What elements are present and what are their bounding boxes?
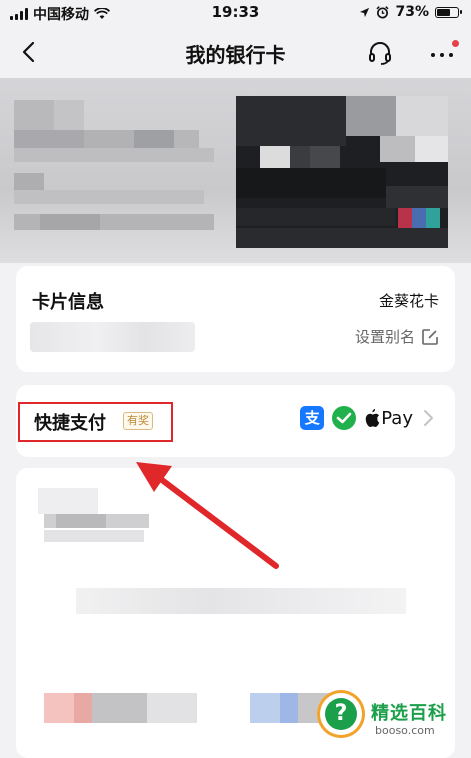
location-icon (360, 7, 370, 17)
customer-service-button[interactable] (367, 40, 393, 66)
more-options-button[interactable] (427, 40, 459, 66)
payment-methods: 支 Pay (300, 406, 435, 430)
reward-badge: 有奖 (123, 412, 153, 430)
nav-bar: 我的银行卡 (0, 26, 471, 78)
page-title: 我的银行卡 (185, 43, 286, 67)
bank-card-image[interactable] (0, 78, 471, 263)
alarm-icon (376, 5, 390, 18)
chevron-right-icon (424, 410, 433, 426)
blurred-card-number (30, 322, 195, 352)
quick-pay-label: 快捷支付 (34, 413, 106, 434)
status-right: 73% (359, 4, 462, 20)
alipay-icon: 支 (300, 406, 325, 430)
battery-icon (435, 6, 462, 18)
edit-icon (422, 328, 438, 345)
watermark-logo: ? (317, 690, 365, 738)
set-alias-button[interactable]: 设置别名 (355, 326, 439, 347)
wechat-pay-icon (332, 406, 357, 430)
status-bar: 中国移动 19:33 73% (0, 0, 471, 26)
card-info-panel: 卡片信息 金葵花卡 设置别名 (16, 266, 455, 372)
apple-pay-icon: Pay (364, 408, 413, 429)
notification-dot (452, 40, 459, 47)
card-info-title: 卡片信息 (32, 292, 104, 313)
question-mark-icon: ? (325, 698, 357, 730)
quick-pay-row[interactable]: 快捷支付 有奖 支 Pay (16, 385, 455, 457)
apple-pay-text: Pay (381, 407, 413, 429)
headset-icon (369, 42, 391, 65)
battery-percent: 73% (395, 4, 429, 20)
watermark-site: booso.com (375, 724, 435, 737)
watermark-name: 精选百科 (371, 703, 447, 724)
apple-logo-icon (366, 409, 380, 427)
set-alias-label: 设置别名 (354, 328, 415, 346)
card-type-label: 金葵花卡 (378, 292, 439, 310)
site-watermark: ? 精选百科 booso.com (315, 686, 465, 742)
